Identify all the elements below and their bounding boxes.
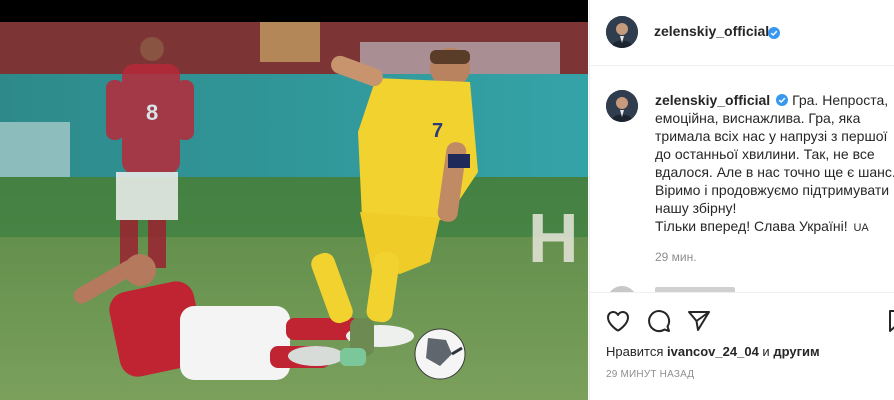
svg-text:7: 7 — [432, 120, 443, 142]
caption-verified-badge-icon — [776, 94, 789, 106]
caption-line-7: нашу збірну! — [655, 200, 737, 216]
likes-prefix: Нравится — [606, 344, 664, 359]
comment-bubble-icon[interactable] — [646, 308, 672, 334]
author-username[interactable]: zelenskiy_official — [654, 23, 769, 39]
likes-summary: Нравится ivancov_24_04 и другим — [606, 344, 820, 359]
caption-line-4: до останньої хвилини. Так, не все — [655, 146, 875, 162]
verified-badge-icon — [764, 25, 780, 43]
paper-plane-icon[interactable] — [686, 308, 712, 334]
likes-connector: и — [762, 344, 770, 359]
heart-icon[interactable] — [605, 308, 631, 334]
svg-text:8: 8 — [146, 100, 158, 125]
top-black-bar — [0, 0, 588, 22]
caption-author-username[interactable]: zelenskiy_official — [655, 92, 770, 108]
caption-line-3: тримала всіх нас у напрузі з першої — [655, 128, 888, 144]
post-timestamp[interactable]: 29 МИНУТ НАЗАД — [606, 369, 694, 380]
ua-flag-icon: UA — [853, 222, 869, 234]
caption-author-avatar[interactable] — [606, 90, 638, 122]
caption-comment: zelenskiy_official Гра. Непроста, емоцій… — [590, 66, 894, 288]
liker-username[interactable]: ivancov_24_04 — [667, 344, 759, 359]
post-header: zelenskiy_official ⋮ — [590, 0, 894, 66]
caption-line-2: емоційна, виснажлива. Гра, яка — [655, 110, 861, 126]
post-photo[interactable]: H 8 7 — [0, 22, 588, 400]
more-options-icon[interactable]: ⋮ — [889, 19, 894, 39]
svg-text:H: H — [528, 199, 579, 277]
caption-line-8: Тільки вперед! Слава Україні! UA — [655, 217, 891, 237]
likes-others-link[interactable]: другим — [773, 344, 819, 359]
caption-line-6: Віримо і продовжуємо підтримувати — [655, 182, 890, 198]
post-actions: Нравится ivancov_24_04 и другим 29 МИНУТ… — [590, 292, 894, 400]
comment-time[interactable]: 29 мин. — [655, 250, 697, 264]
post-photo-illustration: H 8 7 — [0, 22, 588, 400]
author-avatar[interactable] — [606, 16, 638, 48]
caption-first-line: zelenskiy_official Гра. Непроста, — [655, 91, 891, 109]
caption-line-1: Гра. Непроста, — [792, 92, 889, 108]
post-sidebar: zelenskiy_official ⋮ zelenskiy_official … — [589, 0, 894, 400]
bookmark-icon[interactable] — [886, 308, 894, 334]
caption-text: zelenskiy_official Гра. Непроста, емоцій… — [655, 91, 894, 237]
caption-line-5: вдалося. Але в нас точно ще є шанс. — [655, 164, 894, 180]
caption-last-line-text: Тільки вперед! Слава Україні! — [655, 218, 848, 234]
